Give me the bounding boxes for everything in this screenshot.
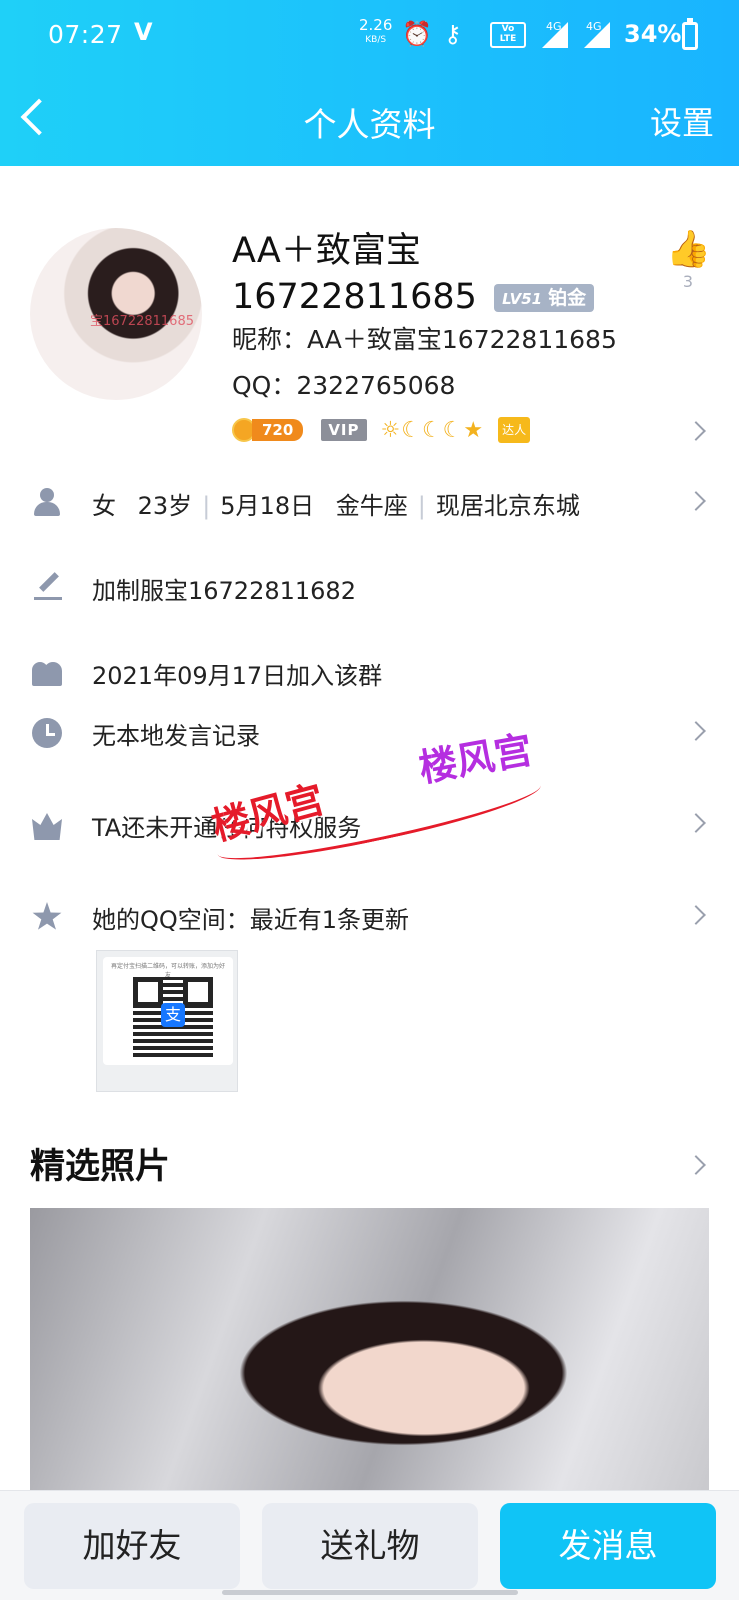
status-bar: 07:27 V 2.26 KB/S ⏰ ⚷ Vo LTE 4G 4G 34% bbox=[0, 14, 739, 58]
pen-icon bbox=[32, 573, 62, 603]
profile-name-text: AA＋致富宝16722811685 bbox=[232, 231, 477, 317]
speech-record-row[interactable]: 无本地发言记录 bbox=[0, 708, 739, 756]
separator: | bbox=[202, 492, 211, 520]
qq-number: QQ：2322765068 bbox=[232, 371, 456, 400]
signature-text: 加制服宝16722811682 bbox=[92, 577, 356, 605]
key-icon: ⚷ bbox=[444, 20, 462, 48]
chevron-right-icon bbox=[686, 721, 706, 741]
speech-record-text: 无本地发言记录 bbox=[92, 722, 260, 750]
group-icon bbox=[32, 658, 62, 688]
send-message-button[interactable]: 发消息 bbox=[500, 1503, 716, 1589]
home-indicator[interactable] bbox=[222, 1590, 518, 1595]
thumbs-up-icon: 👍 bbox=[666, 229, 711, 270]
person-icon bbox=[32, 488, 62, 518]
badge-row[interactable]: 720 VIP ☼☾☾☾★ 达人 bbox=[232, 415, 531, 445]
daren-badge: 达人 bbox=[498, 417, 531, 443]
crown-icon bbox=[32, 813, 62, 840]
network-speed: 2.26 KB/S bbox=[359, 18, 392, 48]
signal-icon bbox=[542, 22, 568, 48]
qzone-thumbnail[interactable]: 再定付宝扫描二维码，可以转账，添加为好友 支 bbox=[96, 950, 238, 1092]
avatar-watermark: 宝16722811685 bbox=[90, 314, 194, 329]
basic-info-text: 女 23岁 | 5月18日 金牛座 | 现居北京东城 bbox=[92, 486, 580, 521]
battery-icon bbox=[682, 18, 698, 50]
clock-icon bbox=[32, 718, 62, 748]
volte-icon: Vo LTE bbox=[490, 22, 526, 48]
location: 现居北京东城 bbox=[435, 492, 580, 520]
avatar[interactable]: 宝16722811685 bbox=[30, 228, 202, 400]
like-count: 3 bbox=[682, 272, 694, 291]
qzone-row[interactable]: 她的QQ空间：最近有1条更新 bbox=[0, 892, 739, 940]
level-icons: ☼☾☾☾★ bbox=[380, 417, 485, 443]
signature-row: 加制服宝16722811682 bbox=[0, 563, 739, 611]
status-time: 07:27 bbox=[48, 20, 123, 49]
speed-unit: KB/S bbox=[365, 35, 387, 45]
top-header: 07:27 V 2.26 KB/S ⏰ ⚷ Vo LTE 4G 4G 34% 个… bbox=[0, 0, 739, 166]
speed-value: 2.26 bbox=[359, 16, 393, 34]
level-badge[interactable]: LV51 铂金 bbox=[494, 284, 595, 312]
featured-photo[interactable] bbox=[30, 1208, 709, 1508]
battery-percent: 34% bbox=[624, 20, 682, 48]
chevron-right-icon bbox=[686, 491, 706, 511]
age: 23岁 bbox=[137, 492, 193, 520]
join-date-text: 2021年09月17日加入该群 bbox=[92, 662, 383, 690]
chevron-right-icon bbox=[686, 905, 706, 925]
v-icon: V bbox=[134, 18, 153, 46]
send-gift-button[interactable]: 送礼物 bbox=[262, 1503, 478, 1589]
profile-name: AA＋致富宝16722811685 LV51 铂金 bbox=[232, 228, 632, 320]
basic-info-row[interactable]: 女 23岁 | 5月18日 金牛座 | 现居北京东城 bbox=[0, 478, 739, 526]
level-tier: 铂金 bbox=[548, 287, 587, 309]
birthday: 5月18日 bbox=[220, 492, 315, 520]
photos-chevron-icon[interactable] bbox=[686, 1155, 706, 1175]
badges-chevron-icon[interactable] bbox=[686, 421, 706, 441]
level-number: LV51 bbox=[502, 290, 543, 308]
alarm-icon: ⏰ bbox=[402, 20, 432, 48]
qr-card: 再定付宝扫描二维码，可以转账，添加为好友 支 bbox=[103, 957, 233, 1065]
like-button[interactable]: 👍 3 bbox=[666, 228, 711, 291]
nickname: 昵称：AA＋致富宝16722811685 bbox=[232, 325, 617, 354]
separator: | bbox=[417, 492, 426, 520]
add-friend-button[interactable]: 加好友 bbox=[24, 1503, 240, 1589]
settings-button[interactable]: 设置 bbox=[650, 98, 714, 144]
alipay-logo-icon: 支 bbox=[161, 1003, 185, 1027]
join-date-row: 2021年09月17日加入该群 bbox=[0, 648, 739, 696]
page-title: 个人资料 bbox=[303, 105, 436, 144]
gender: 女 bbox=[92, 492, 116, 520]
bottom-action-bar: 加好友 送礼物 发消息 bbox=[0, 1490, 739, 1600]
signal-icon-2 bbox=[584, 22, 610, 48]
qzone-text: 她的QQ空间：最近有1条更新 bbox=[92, 906, 410, 934]
zodiac: 金牛座 bbox=[335, 492, 408, 520]
vip-badge: VIP bbox=[321, 419, 367, 441]
qzone-star-icon bbox=[32, 902, 62, 930]
photos-section-title: 精选照片 bbox=[30, 1147, 171, 1187]
chevron-right-icon bbox=[686, 813, 706, 833]
coin-value: 720 bbox=[252, 419, 304, 441]
